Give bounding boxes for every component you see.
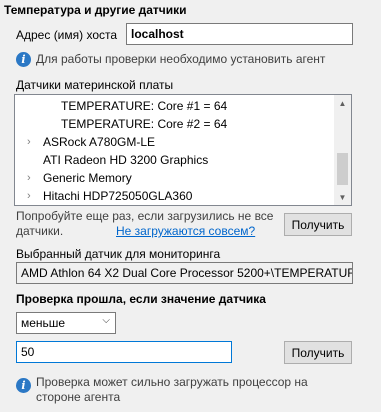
check-title: Проверка прошла, если значение датчика [16,292,266,306]
cpu-hint-line2: стороне агента [36,390,121,404]
operator-select[interactable]: меньше ⌵ [16,312,116,334]
agent-hint: Для работы проверки необходимо установит… [36,52,326,66]
tree-item[interactable]: TEMPERATURE: Core #1 = 64 [61,97,227,115]
scroll-thumb[interactable] [337,153,348,185]
cpu-hint-line1: Проверка может сильно загружать процессо… [36,375,308,389]
chevron-right-icon[interactable]: › [27,133,37,151]
tree-scrollbar[interactable]: ▲ ▼ [334,95,351,205]
tree-item[interactable]: › ASRock A780GM-LE [27,133,327,151]
tree-item-label: TEMPERATURE: Core #1 = 64 [61,99,228,113]
info-icon: i [16,52,31,67]
chevron-right-icon[interactable]: › [27,169,37,187]
host-input[interactable]: localhost [126,23,353,45]
tree-item-label: ATI Radeon HD 3200 Graphics [43,153,209,167]
get-sensors-button[interactable]: Получить [284,213,352,236]
tree-item-label: Hitachi HDP725050GLA360 [43,189,193,203]
tree-item-label: ASRock A780GM-LE [43,135,156,149]
sensors-label: Датчики материнской платы [16,78,174,92]
operator-value: меньше [21,316,66,330]
tree-item[interactable]: TEMPERATURE: Core #2 = 64 [61,115,227,133]
sensors-tree[interactable]: TEMPERATURE: Core #1 = 64 TEMPERATURE: C… [14,94,352,206]
tree-item[interactable]: ATI Radeon HD 3200 Graphics [43,151,208,169]
get-value-button[interactable]: Получить [284,341,352,364]
chevron-down-icon: ⌵ [102,315,110,326]
tree-item[interactable]: › Hitachi HDP725050GLA360 [27,187,327,205]
section-title: Температура и другие датчики [4,3,187,17]
tree-item-label: TEMPERATURE: Core #2 = 64 [61,117,228,131]
not-loading-link[interactable]: Не загружаются совсем? [116,224,255,238]
host-label: Адрес (имя) хоста [16,28,118,42]
scroll-up-icon[interactable]: ▲ [334,95,351,111]
retry-hint-line2: датчики. [16,224,64,238]
tree-item-label: Generic Memory [43,171,132,185]
selected-sensor-field[interactable]: AMD Athlon 64 X2 Dual Core Processor 520… [16,262,353,284]
selected-sensor-label: Выбранный датчик для мониторинга [16,247,221,261]
tree-item[interactable]: › Generic Memory [27,169,327,187]
info-icon: i [16,378,31,393]
chevron-right-icon[interactable]: › [27,187,37,205]
scroll-down-icon[interactable]: ▼ [334,189,351,205]
threshold-input[interactable]: 50 [16,341,232,363]
retry-hint-line1: Попробуйте еще раз, если загрузились не … [16,209,274,223]
